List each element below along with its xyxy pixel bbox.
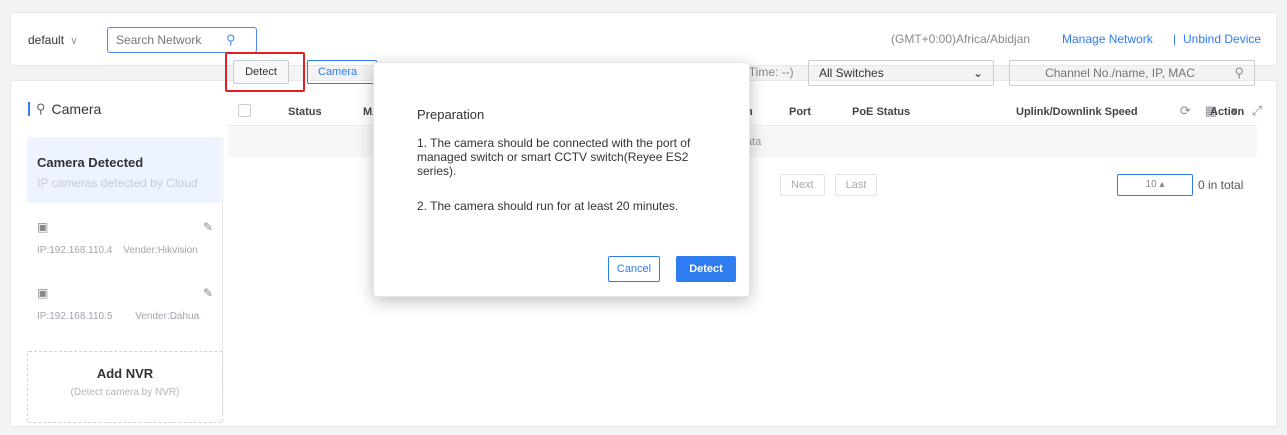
confirm-detect-button[interactable]: Detect [676, 256, 736, 282]
camera-icon: ⚲ [36, 101, 46, 116]
search-icon[interactable]: ⚲ [1234, 65, 1244, 81]
sidebar-item-camera-detected[interactable]: Camera Detected IP cameras detected by C… [27, 137, 221, 203]
dialog-point-1: 1. The camera should be connected with t… [417, 136, 691, 178]
network-select[interactable]: default ∨ [28, 33, 78, 47]
page-size-select[interactable]: 10 ▴ [1117, 174, 1193, 196]
add-nvr-subtitle: (Detect camera by NVR) [70, 387, 180, 398]
preparation-dialog: Preparation 1. The camera should be conn… [373, 62, 750, 297]
last-page-button[interactable]: Last [834, 174, 878, 196]
manage-network-link[interactable]: Manage Network [1062, 32, 1153, 46]
select-all-checkbox[interactable] [238, 104, 251, 117]
network-search-input[interactable] [116, 33, 226, 47]
total-count: 0 in total [1198, 178, 1244, 192]
cancel-button[interactable]: Cancel [608, 256, 660, 282]
detect-button[interactable]: Detect [233, 60, 289, 84]
camera-ip: IP:192.168.110.4 [37, 245, 113, 256]
sidebar-item-title: Camera Detected [37, 155, 144, 170]
panel-title: ⚲ Camera [28, 101, 101, 117]
camera-device-icon: ▣ [37, 220, 49, 234]
chevron-down-icon: ⌄ [972, 66, 983, 80]
title-accent-bar [28, 102, 30, 116]
network-search[interactable]: ⚲ [107, 27, 257, 53]
switch-filter-value: All Switches [819, 66, 884, 80]
dialog-title: Preparation [417, 107, 485, 122]
unbind-device-link[interactable]: Unbind Device [1183, 32, 1261, 46]
pagination: Next Last [780, 174, 878, 196]
add-nvr-button[interactable]: Add NVR (Detect camera by NVR) [27, 351, 223, 423]
page-size-value: 10 [1145, 179, 1157, 190]
camera-sidebar: Camera Detected IP cameras detected by C… [27, 137, 223, 423]
next-page-button[interactable]: Next [780, 174, 825, 196]
column-header: Port [789, 106, 811, 118]
edit-icon[interactable]: ✎ [203, 286, 213, 300]
search-icon[interactable]: ⚲ [226, 32, 236, 48]
chevron-down-icon: ∨ [70, 34, 79, 47]
sidebar-item-subtitle: IP cameras detected by Cloud [37, 176, 198, 190]
switch-filter-select[interactable]: All Switches ⌄ [808, 60, 994, 86]
link-separator: | [1173, 32, 1177, 46]
dialog-point-2: 2. The camera should run for at least 20… [417, 199, 679, 213]
column-header: Action [1210, 106, 1245, 118]
camera-vendor: Vender:Dahua [135, 311, 200, 322]
timezone-label: (GMT+0:00)Africa/Abidjan [891, 32, 1031, 46]
chevron-up-icon: ▴ [1159, 179, 1165, 190]
camera-device-icon: ▣ [37, 286, 49, 300]
panel-title-text: Camera [51, 101, 102, 117]
list-item[interactable]: ▣ ✎ IP:192.168.110.4 Vender:Hikvision [27, 217, 223, 267]
column-header: Uplink/Downlink Speed [1016, 106, 1138, 118]
column-header: Status [288, 106, 322, 118]
add-nvr-title: Add NVR [96, 366, 154, 381]
column-header: PoE Status [852, 106, 911, 118]
camera-vendor: Vender:Hikvision [123, 245, 198, 256]
edit-icon[interactable]: ✎ [203, 220, 213, 234]
network-select-label: default [28, 33, 65, 47]
channel-search[interactable]: ⚲ [1009, 60, 1255, 86]
camera-button[interactable]: Camera [307, 60, 377, 84]
channel-search-input[interactable] [1020, 66, 1220, 80]
list-item[interactable]: ▣ ✎ IP:192.168.110.5 Vender:Dahua [27, 283, 223, 333]
camera-ip: IP:192.168.110.5 [37, 311, 113, 322]
